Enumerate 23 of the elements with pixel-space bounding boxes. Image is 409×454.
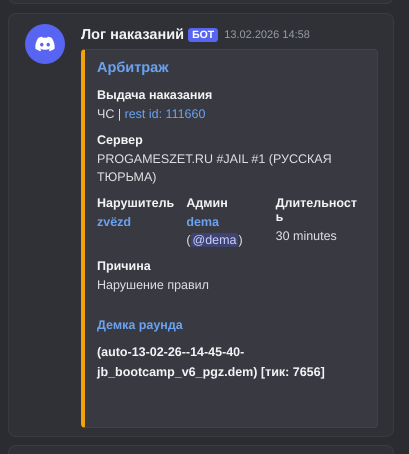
bot-badge: БОТ [188, 28, 218, 42]
avatar-icon[interactable] [25, 24, 65, 64]
section-heading: Демка раунда [97, 318, 184, 332]
field-value: ЧС | [97, 107, 122, 121]
field-value: 30 minutes [276, 229, 337, 243]
field-value: ( [186, 233, 190, 247]
field-name: Причина [97, 259, 152, 273]
field-name: Нарушитель [97, 196, 176, 210]
field-value: PROGAMESZET.RU #JAIL #1 (РУССКАЯ ТЮРЬМА) [97, 152, 332, 184]
link[interactable]: rest id: 111660 [124, 107, 206, 121]
timestamp: 13.02.2026 14:58 [224, 29, 310, 41]
field-name: Админ [186, 196, 229, 210]
field-value: ) [238, 233, 243, 247]
author-name[interactable]: Лог наказаний [81, 27, 184, 43]
demo-filename: (auto-13-02-26--14-45-40-jb_bootcamp_v6_pgz.dem) [тик: 7656] [97, 344, 326, 381]
field-name: Длительность [276, 196, 358, 224]
field-name: Выдача наказания [97, 88, 214, 102]
user-link[interactable]: zvëzd [97, 213, 186, 231]
embed-title: Арбитраж [97, 60, 170, 76]
field-value: Нарушение правил [97, 278, 209, 292]
field-name: Сервер [97, 133, 144, 147]
user-mention[interactable]: @dema [190, 233, 238, 247]
user-link[interactable]: dema [186, 213, 276, 231]
